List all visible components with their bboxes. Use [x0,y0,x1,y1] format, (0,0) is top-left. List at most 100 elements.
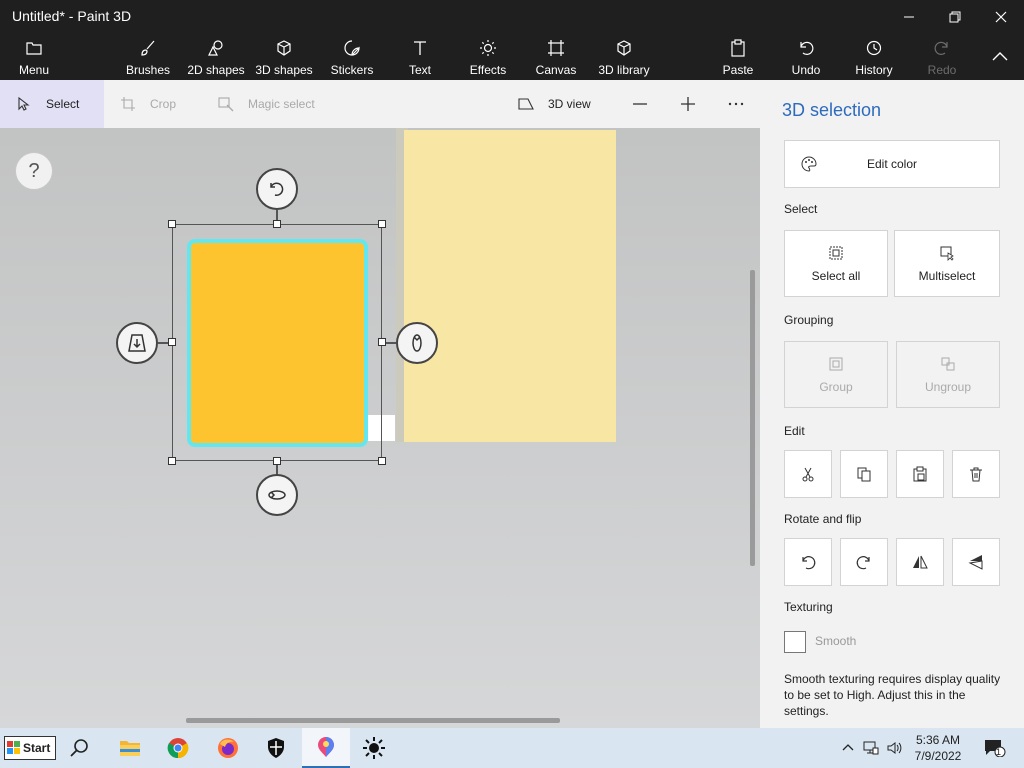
canvas-paper[interactable] [404,130,616,442]
menu-button[interactable]: Menu [12,34,56,80]
taskbar-security[interactable] [252,728,300,768]
system-clock[interactable]: 5:36 AM 7/9/2022 [905,732,971,764]
select-tool[interactable]: Select [0,80,104,128]
text-button[interactable]: Text [402,34,438,80]
depth-icon [128,334,146,352]
taskbar-brightness[interactable] [350,728,398,768]
smooth-checkbox[interactable] [784,631,806,653]
view-3d-button[interactable]: 3D view [518,80,610,128]
horizontal-scrollbar[interactable] [186,718,560,723]
rotate-z-icon [270,182,284,196]
clock-date: 7/9/2022 [914,749,962,763]
undo-button[interactable]: Undo [786,34,826,80]
paste-icon [913,466,927,482]
effects-button[interactable]: Effects [466,34,510,80]
rotate-z-handle[interactable] [256,168,298,210]
resize-handle-top-right[interactable] [378,220,386,228]
rotate-y-handle[interactable] [256,474,298,516]
shapes3d-button[interactable]: 3D shapes [254,34,314,80]
cube-icon [277,40,291,56]
network-icon [863,741,879,755]
select-all-icon [829,246,843,259]
edit-color-button[interactable]: Edit color [784,140,1000,188]
taskbar: Start 5:36 AM 7/9/2022 1 [0,728,1024,768]
depth-handle[interactable] [116,322,158,364]
clipboard-icon [731,39,745,57]
notification-center-button[interactable]: 1 [980,728,1010,768]
collapse-ribbon-button[interactable] [984,34,1016,80]
resize-handle-left[interactable] [168,338,176,346]
network-button[interactable] [860,728,882,768]
crop-tool[interactable]: Crop [120,80,200,128]
copy-button[interactable] [840,450,888,498]
smooth-label: Smooth [815,634,857,648]
resize-handle-bottom-left[interactable] [168,457,176,465]
flip-vertical-icon [968,555,983,570]
select-all-label: Select all [811,268,861,283]
zoom-out-button[interactable] [628,80,652,128]
delete-button[interactable] [952,450,1000,498]
text-icon [414,41,426,55]
taskbar-firefox[interactable] [204,728,252,768]
show-hidden-icons-button[interactable] [838,728,858,768]
flip-horizontal-button[interactable] [896,538,944,586]
close-button[interactable] [978,0,1024,34]
paste-button[interactable]: Paste [718,34,758,80]
library3d-button[interactable]: 3D library [596,34,652,80]
rotate-right-button[interactable] [840,538,888,586]
copy-icon [857,467,871,482]
brushes-label: Brushes [125,63,171,77]
select-tool-label: Select [46,97,80,111]
resize-handle-top-left[interactable] [168,220,176,228]
rotate-right-icon [856,556,870,570]
select-all-button[interactable]: Select all [784,230,888,297]
paste-panel-button[interactable] [896,450,944,498]
ungroup-button[interactable]: Ungroup [896,341,1000,408]
history-button[interactable]: History [852,34,896,80]
taskbar-chrome[interactable] [154,728,202,768]
rotate-x-handle[interactable] [396,322,438,364]
shapes2d-button[interactable]: 2D shapes [186,34,246,80]
start-button[interactable]: Start [4,736,56,760]
canvas-button[interactable]: Canvas [534,34,578,80]
undo-icon [800,41,814,55]
select-section-label: Select [784,202,818,216]
chevron-up-icon [992,52,1008,61]
taskbar-paint3d[interactable] [302,728,350,768]
redo-button[interactable]: Redo [922,34,962,80]
group-button[interactable]: Group [784,341,888,408]
vertical-scrollbar[interactable] [750,270,755,566]
flip-vertical-button[interactable] [952,538,1000,586]
window-title: Untitled* - Paint 3D [12,8,132,24]
taskbar-file-explorer[interactable] [106,728,154,768]
resize-handle-bottom-right[interactable] [378,457,386,465]
tool-bar: Select Crop Magic select 3D view [0,80,760,128]
help-button[interactable]: ? [15,152,53,190]
multiselect-button[interactable]: Multiselect [894,230,1000,297]
taskbar-search[interactable] [56,728,104,768]
search-icon [70,739,88,757]
selected-3d-shape[interactable] [187,239,368,447]
resize-handle-right[interactable] [378,338,386,346]
resize-handle-bottom[interactable] [273,457,281,465]
minimize-icon [904,16,914,18]
brushes-button[interactable]: Brushes [122,34,174,80]
canvas-area[interactable]: ? [0,128,760,728]
more-options-button[interactable] [722,80,750,128]
multiselect-icon [940,246,954,261]
rotate-left-button[interactable] [784,538,832,586]
volume-button[interactable] [884,728,904,768]
zoom-in-button[interactable] [676,80,700,128]
shapes2d-label: 2D shapes [187,63,245,77]
multiselect-label: Multiselect [918,268,976,283]
canvas-label: Canvas [535,63,577,77]
close-icon [995,11,1007,23]
restore-button[interactable] [932,0,978,34]
minimize-button[interactable] [886,0,932,34]
stickers-button[interactable]: Stickers [328,34,376,80]
magic-select-tool[interactable]: Magic select [218,80,338,128]
text-label: Text [408,63,431,77]
resize-handle-top[interactable] [273,220,281,228]
cut-button[interactable] [784,450,832,498]
shield-icon [268,738,284,758]
